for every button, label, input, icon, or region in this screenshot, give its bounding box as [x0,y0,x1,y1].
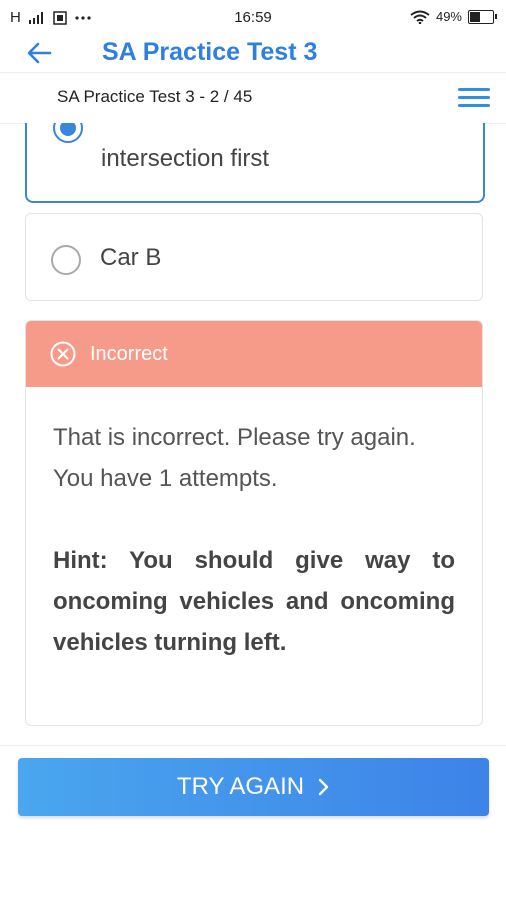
feedback-message: That is incorrect. Please try again. [53,424,416,451]
wifi-icon [410,10,430,24]
try-again-button[interactable]: TRY AGAIN [18,758,489,816]
status-bar: H 16:59 49% [0,0,506,34]
radio-unselected-icon[interactable] [51,245,81,275]
battery-level [470,11,480,22]
feedback-hint: Hint: You should give way to oncoming ve… [53,547,455,656]
feedback-card: Incorrect That is incorrect. Please try … [25,320,483,726]
question-progress-title: SA Practice Test 3 - 2 / 45 [57,87,253,106]
close-circle-icon [50,341,76,367]
feedback-attempts: You have 1 attempts. [53,465,278,492]
radio-selected-icon[interactable] [53,123,83,143]
status-right: 49% [410,9,497,24]
try-again-label: TRY AGAIN [176,773,305,800]
answer-option-label: Car B [100,244,162,271]
question-content[interactable]: intersection first Car B Incorrect That … [0,123,506,743]
page-title: SA Practice Test 3 [102,38,318,66]
battery-percent: 49% [435,9,462,24]
answer-option-selected[interactable]: intersection first [25,123,485,203]
feedback-header: Incorrect [26,321,482,387]
footer-divider [0,745,506,746]
sub-header: SA Practice Test 3 - 2 / 45 [0,72,506,124]
answer-option-label: intersection first [101,145,270,172]
back-arrow-icon[interactable] [24,38,54,68]
feedback-status: Incorrect [90,343,168,365]
hamburger-menu-icon[interactable] [458,83,490,111]
feedback-body: That is incorrect. Please try again. You… [26,387,482,663]
answer-option-car-b[interactable]: Car B [25,213,483,301]
chevron-right-icon [318,778,329,796]
app-header: SA Practice Test 3 [0,34,506,72]
battery-icon [468,9,497,24]
